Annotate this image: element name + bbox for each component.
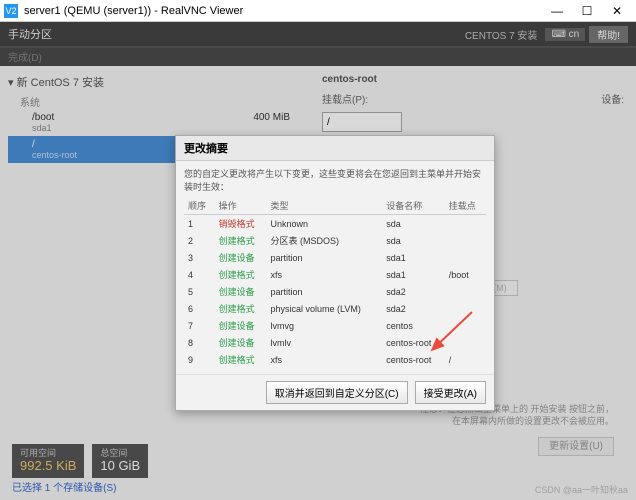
- minimize-button[interactable]: —: [542, 4, 572, 18]
- language-selector[interactable]: ⌨ cn: [545, 28, 585, 41]
- table-row: 2创建格式分区表 (MSDOS)sda: [184, 232, 486, 249]
- modal-title: 更改摘要: [176, 136, 494, 161]
- page-title: 手动分区: [8, 26, 465, 42]
- window-titlebar: V2 server1 (QEMU (server1)) - RealVNC Vi…: [0, 0, 636, 22]
- table-row: 9创建格式xfscentos-root/: [184, 351, 486, 368]
- change-summary-modal: 更改摘要 您的自定义更改将产生以下变更，这些变更将会在您返回到主菜单并开始安装时…: [175, 135, 495, 411]
- install-label: CENTOS 7 安装: [465, 27, 538, 42]
- table-row: 5创建设备partitionsda2: [184, 283, 486, 300]
- table-row: 8创建设备lvmlvcentos-root: [184, 334, 486, 351]
- changes-table: 顺序操作类型设备名称挂载点 1销毁格式Unknownsda2创建格式分区表 (M…: [184, 197, 486, 368]
- accept-button[interactable]: 接受更改(A): [415, 381, 486, 404]
- table-header: 顺序: [184, 197, 215, 215]
- table-row: 3创建设备partitionsda1: [184, 249, 486, 266]
- close-button[interactable]: ✕: [602, 4, 632, 18]
- table-header: 设备名称: [382, 197, 444, 215]
- help-button[interactable]: 帮助!: [589, 26, 628, 43]
- table-header: 挂载点: [445, 197, 486, 215]
- table-row: 4创建格式xfssda1/boot: [184, 266, 486, 283]
- cancel-button[interactable]: 取消并返回到自定义分区(C): [266, 381, 408, 404]
- table-row: 6创建格式physical volume (LVM)sda2: [184, 300, 486, 317]
- window-title: server1 (QEMU (server1)) - RealVNC Viewe…: [24, 5, 542, 17]
- table-row: 1销毁格式Unknownsda: [184, 215, 486, 233]
- modal-description: 您的自定义更改将产生以下变更，这些变更将会在您返回到主菜单并开始安装时生效：: [184, 167, 486, 193]
- maximize-button[interactable]: ☐: [572, 4, 602, 18]
- table-row: 7创建设备lvmvgcentos: [184, 317, 486, 334]
- top-nav: 手动分区 CENTOS 7 安装 ⌨ cn 帮助!: [0, 22, 636, 46]
- table-header: 操作: [215, 197, 267, 215]
- vnc-icon: V2: [4, 4, 18, 18]
- table-header: 类型: [266, 197, 382, 215]
